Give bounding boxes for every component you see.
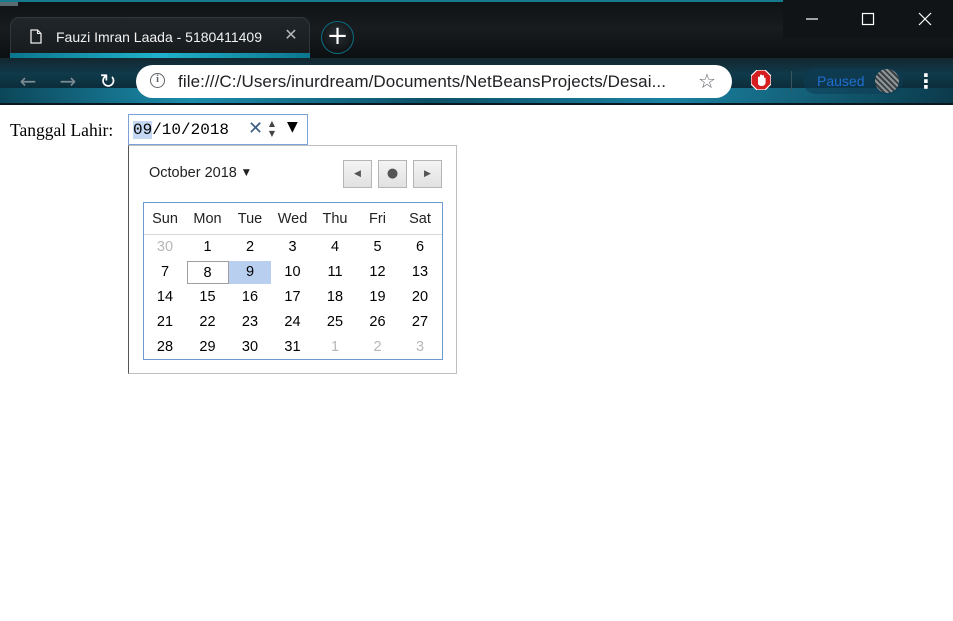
calendar-day[interactable]: 26	[357, 311, 399, 334]
calendar-day[interactable]: 7	[144, 261, 186, 284]
avatar	[875, 69, 899, 93]
tab-close-icon[interactable]: ✕	[282, 27, 300, 45]
url-text[interactable]: file:///C:/Users/inurdream/Documents/Net…	[178, 72, 666, 92]
month-year-selector[interactable]: October 2018 ▼	[149, 165, 250, 181]
calendar-day[interactable]: 12	[357, 261, 399, 284]
address-bar[interactable]: i file:///C:/Users/inurdream/Documents/N…	[136, 65, 732, 98]
calendar-day[interactable]: 16	[229, 286, 271, 309]
date-picker-popup: October 2018 ▼ ◀ ● ▶ Sun Mon Tue Wed Thu Fri Sa…	[128, 145, 457, 374]
spin-up-icon[interactable]: ▲	[265, 119, 279, 129]
reload-icon[interactable]: ↻	[93, 66, 123, 96]
calendar-day[interactable]: 27	[399, 311, 441, 334]
calendar-day[interactable]: 30	[229, 336, 271, 359]
calendar-day[interactable]: 1	[314, 336, 356, 359]
month-year-label: October 2018	[149, 165, 237, 181]
browser-tab[interactable]: Fauzi Imran Laada - 5180411409 ✕	[10, 17, 310, 58]
close-window-button[interactable]	[896, 0, 953, 38]
menu-icon[interactable]: ⋮	[915, 66, 937, 96]
clear-date-icon[interactable]: ✕	[248, 118, 263, 139]
today-button[interactable]: ●	[378, 160, 407, 188]
calendar-day[interactable]: 2	[357, 336, 399, 359]
toolbar-divider	[791, 71, 792, 91]
calendar-day[interactable]: 21	[144, 311, 186, 334]
calendar-day[interactable]: 20	[399, 286, 441, 309]
calendar-day[interactable]: 8	[186, 261, 229, 284]
calendar-day[interactable]: 2	[229, 236, 271, 259]
adblock-stop-icon[interactable]	[751, 70, 771, 90]
calendar-day[interactable]: 28	[144, 336, 186, 359]
bookmark-star-icon[interactable]: ☆	[698, 69, 716, 93]
new-tab-button[interactable]: +	[321, 21, 354, 54]
minimize-button[interactable]	[783, 0, 840, 38]
calendar-day[interactable]: 1	[187, 236, 229, 259]
maximize-button[interactable]	[839, 0, 896, 38]
caret-down-icon: ▼	[242, 168, 250, 179]
calendar-day[interactable]: 13	[399, 261, 441, 284]
calendar-day[interactable]: 3	[399, 336, 441, 359]
date-rest-segment[interactable]: /10/2018	[152, 121, 229, 139]
date-month-segment[interactable]: 09	[133, 121, 153, 139]
birth-date-input[interactable]: 09/10/2018 ✕ ▲ ▼ ▼	[128, 114, 308, 145]
calendar-day[interactable]: 9	[229, 261, 271, 284]
calendar-day[interactable]: 25	[314, 311, 356, 334]
calendar-day[interactable]: 19	[357, 286, 399, 309]
title-bar-corner	[0, 2, 18, 6]
calendar-day[interactable]: 11	[314, 261, 356, 284]
calendar-day[interactable]: 17	[272, 286, 314, 309]
calendar-day[interactable]: 4	[314, 236, 356, 259]
date-spinner[interactable]: ▲ ▼	[265, 119, 279, 141]
calendar-grid: Sun Mon Tue Wed Thu Fri Sat 30 1 2 3 4 5 6 7 8 9 10 11 12 1…	[143, 202, 443, 360]
weekday-header: Sun Mon Tue Wed Thu Fri Sat	[144, 203, 442, 235]
calendar-day[interactable]: 31	[272, 336, 314, 359]
spin-down-icon[interactable]: ▼	[265, 129, 279, 139]
calendar-day[interactable]: 6	[399, 236, 441, 259]
weekday-header-cell: Fri	[369, 211, 386, 227]
page-icon	[30, 29, 42, 44]
close-icon	[918, 12, 931, 26]
date-value[interactable]: 09/10/2018	[133, 121, 229, 139]
minimize-icon	[805, 18, 818, 20]
maximize-icon	[861, 12, 874, 25]
birth-date-label: Tanggal Lahir:	[10, 120, 114, 140]
weekday-header-cell: Sat	[409, 211, 431, 227]
calendar-dropdown-icon[interactable]: ▼	[287, 119, 298, 135]
site-info-icon[interactable]: i	[150, 73, 165, 88]
calendar-day[interactable]: 10	[272, 261, 314, 284]
profile-button[interactable]: Paused	[803, 68, 903, 94]
back-arrow-icon[interactable]: ←	[13, 66, 43, 96]
weekday-header-cell: Tue	[237, 211, 263, 227]
previous-month-button[interactable]: ◀	[343, 160, 372, 188]
weekday-header-cell: Thu	[322, 211, 348, 227]
calendar-day[interactable]: 22	[187, 311, 229, 334]
weekday-header-cell: Wed	[277, 211, 308, 227]
weekday-header-cell: Sun	[152, 211, 178, 227]
calendar-day[interactable]: 15	[187, 286, 229, 309]
toolbar-border	[0, 103, 953, 105]
tab-title: Fauzi Imran Laada - 5180411409	[56, 29, 262, 45]
next-month-button[interactable]: ▶	[413, 160, 442, 188]
calendar-day[interactable]: 14	[144, 286, 186, 309]
weekday-header-cell: Mon	[193, 211, 222, 227]
calendar-day[interactable]: 29	[187, 336, 229, 359]
forward-arrow-icon[interactable]: →	[53, 66, 83, 96]
calendar-day[interactable]: 18	[314, 286, 356, 309]
calendar-day[interactable]: 5	[357, 236, 399, 259]
calendar-day[interactable]: 23	[229, 311, 271, 334]
calendar-day[interactable]: 30	[144, 236, 186, 259]
profile-status: Paused	[817, 73, 865, 89]
calendar-day[interactable]: 3	[272, 236, 314, 259]
calendar-day[interactable]: 24	[272, 311, 314, 334]
